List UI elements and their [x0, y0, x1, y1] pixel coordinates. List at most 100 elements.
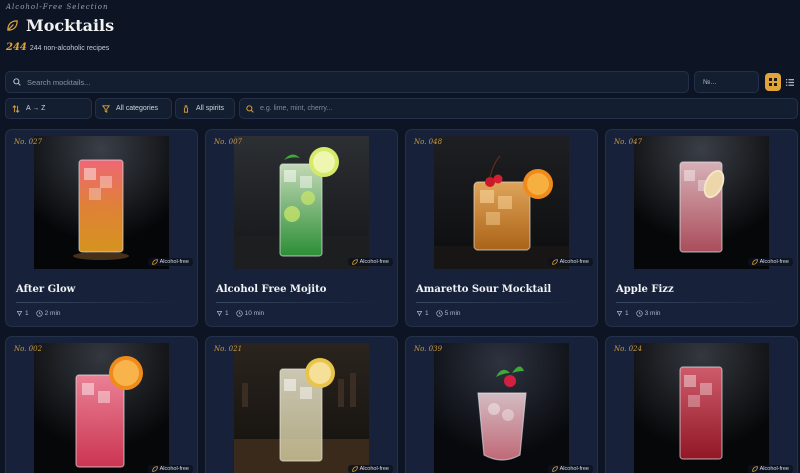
alcohol-free-badge: Alcohol-free: [747, 258, 793, 266]
leaf-icon: [551, 259, 558, 265]
recipe-card[interactable]: No. 027 Alcohol-free After Glow 1 2 min: [5, 129, 198, 327]
card-number: No. 048: [414, 138, 443, 146]
clock-icon: [635, 310, 643, 317]
title-row: Mocktails: [6, 16, 114, 35]
recipe-card[interactable]: No. 039 Alcohol-free: [405, 336, 598, 473]
alcohol-free-badge: Alcohol-free: [547, 258, 593, 266]
drink-photo: [634, 343, 769, 473]
recipe-card[interactable]: No. 002 Alcohol-free: [5, 336, 198, 473]
alcohol-free-badge: Alcohol-free: [147, 258, 193, 266]
card-number: No. 047: [614, 138, 643, 146]
servings-icon: [216, 311, 223, 317]
card-number: No. 021: [214, 345, 243, 353]
alcohol-free-badge: Alcohol-free: [347, 465, 393, 473]
time-value: 2 min: [44, 310, 61, 317]
drink-photo: [34, 136, 169, 269]
spirits-select[interactable]: All spirits: [175, 98, 235, 119]
drink-photo: [434, 136, 569, 269]
card-title: Alcohol Free Mojito: [216, 284, 327, 295]
drink-photo: [434, 343, 569, 473]
badge-label: Alcohol-free: [159, 259, 189, 265]
badge-label: Alcohol-free: [759, 259, 789, 265]
page-title: Mocktails: [26, 16, 115, 35]
card-meta: 1 10 min: [216, 310, 264, 317]
time-value: 5 min: [444, 310, 461, 317]
servings-icon: [416, 311, 423, 317]
card-meta: 1 2 min: [16, 310, 61, 317]
category-label: All categories: [116, 105, 159, 112]
card-meta: 1 3 min: [616, 310, 661, 317]
leaf-icon: [751, 466, 758, 472]
card-media: No. 027 Alcohol-free: [6, 130, 197, 269]
number-input[interactable]: №...: [694, 71, 759, 93]
badge-label: Alcohol-free: [559, 466, 589, 472]
sort-label: A → Z: [26, 105, 46, 112]
search-input[interactable]: Search mocktails...: [5, 71, 689, 93]
alcohol-free-badge: Alcohol-free: [147, 465, 193, 473]
servings-value: 1: [25, 310, 29, 317]
drink-photo: [34, 343, 169, 473]
card-divider: [16, 302, 181, 303]
card-media: No. 039 Alcohol-free: [406, 337, 597, 473]
card-divider: [616, 302, 781, 303]
recipe-card[interactable]: No. 024 Alcohol-free: [605, 336, 798, 473]
card-media: No. 048 Alcohol-free: [406, 130, 597, 269]
search-placeholder: Search mocktails...: [27, 77, 91, 87]
card-media: No. 021 Alcohol-free: [206, 337, 397, 473]
card-number: No. 027: [14, 138, 43, 146]
time-value: 10 min: [244, 310, 265, 317]
servings-value: 1: [225, 310, 229, 317]
sort-icon: [12, 104, 20, 113]
leaf-icon: [751, 259, 758, 265]
card-title: Amaretto Sour Mocktail: [416, 284, 552, 295]
servings-icon: [16, 311, 23, 317]
page-eyebrow: Alcohol-Free Selection: [6, 3, 109, 11]
grid-icon: [769, 78, 777, 86]
leaf-icon: [151, 466, 158, 472]
servings-value: 1: [625, 310, 629, 317]
card-media: No. 002 Alcohol-free: [6, 337, 197, 473]
card-title: Apple Fizz: [616, 284, 674, 295]
leaf-icon: [551, 466, 558, 472]
card-divider: [416, 302, 581, 303]
card-title: After Glow: [16, 284, 76, 295]
clock-icon: [435, 310, 443, 317]
card-number: No. 039: [414, 345, 443, 353]
card-media: No. 007 Alcohol-free: [206, 130, 397, 269]
clock-icon: [235, 310, 243, 317]
alcohol-free-badge: Alcohol-free: [747, 465, 793, 473]
badge-label: Alcohol-free: [559, 259, 589, 265]
recipe-card[interactable]: No. 007 Alcohol-free Alcohol Free Mojito…: [205, 129, 398, 327]
filter-icon: [102, 104, 110, 113]
leaf-icon: [151, 259, 158, 265]
list-view-button[interactable]: [783, 73, 797, 91]
ingredient-search-input[interactable]: e.g. lime, mint, cherry...: [239, 98, 798, 119]
clock-icon: [35, 310, 43, 317]
badge-label: Alcohol-free: [359, 466, 389, 472]
drink-photo: [634, 136, 769, 269]
recipe-count-number: 244: [6, 42, 27, 53]
badge-label: Alcohol-free: [759, 466, 789, 472]
card-number: No. 007: [214, 138, 243, 146]
card-meta: 1 5 min: [416, 310, 461, 317]
badge-label: Alcohol-free: [159, 466, 189, 472]
recipe-card[interactable]: No. 021 Alcohol-free: [205, 336, 398, 473]
card-media: No. 024 Alcohol-free: [606, 337, 797, 473]
drink-photo: [234, 136, 369, 269]
time-value: 3 min: [644, 310, 661, 317]
category-select[interactable]: All categories: [95, 98, 172, 119]
servings-value: 1: [425, 310, 429, 317]
list-icon: [786, 78, 794, 86]
recipe-card[interactable]: No. 048 Alcohol-free Amaretto Sour Mockt…: [405, 129, 598, 327]
leaf-icon: [351, 466, 358, 472]
alcohol-free-badge: Alcohol-free: [547, 465, 593, 473]
card-divider: [216, 302, 381, 303]
recipe-count: 244 244 non-alcoholic recipes: [6, 42, 114, 53]
sort-select[interactable]: A → Z: [5, 98, 92, 119]
grid-view-button[interactable]: [765, 73, 781, 91]
recipe-card[interactable]: No. 047 Alcohol-free Apple Fizz 1 3 min: [605, 129, 798, 327]
drink-photo: [234, 343, 369, 473]
search-icon: [13, 78, 21, 86]
leaf-icon: [351, 259, 358, 265]
servings-icon: [616, 311, 623, 317]
